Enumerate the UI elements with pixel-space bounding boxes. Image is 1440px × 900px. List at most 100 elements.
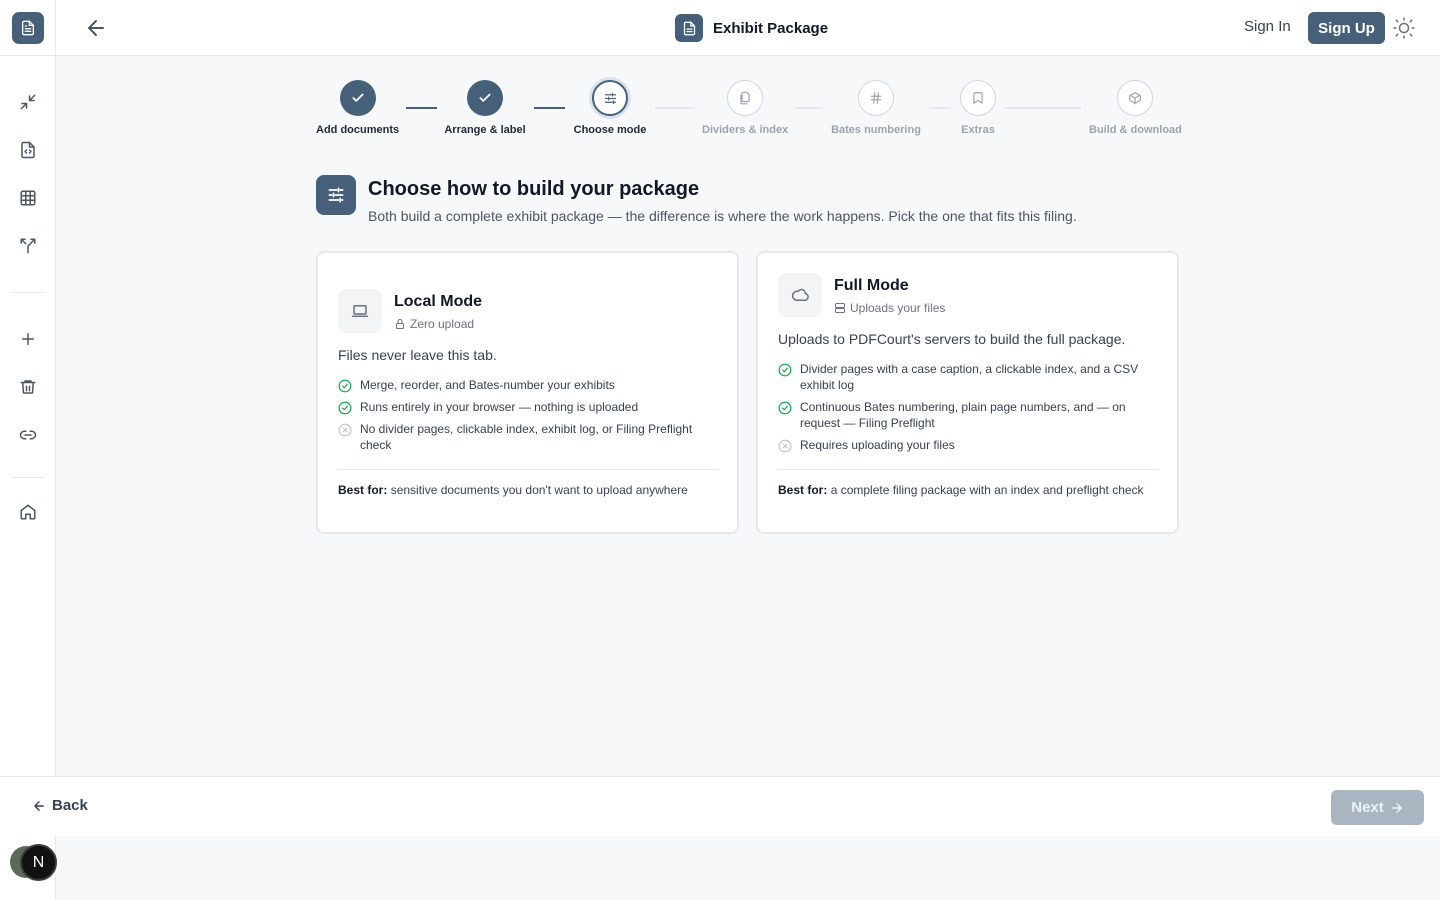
card-tag: Uploads your files	[834, 301, 945, 315]
files-icon	[740, 91, 750, 105]
sidebar-item-home[interactable]	[12, 496, 44, 528]
feature-item: No divider pages, clickable index, exhib…	[338, 421, 718, 453]
step-dividers-index[interactable]: Dividers & index	[702, 80, 788, 136]
section-title: Choose how to build your package	[368, 178, 700, 200]
feature-text: Requires uploading your files	[800, 438, 955, 452]
card-tag-label: Zero upload	[410, 317, 475, 331]
step-connector	[534, 107, 565, 109]
sidebar-item-compress[interactable]	[12, 86, 44, 118]
card-tag-label: Uploads your files	[850, 301, 946, 315]
home-icon	[20, 504, 36, 520]
step-indicator	[858, 80, 894, 116]
sidebar-item-code-file[interactable]	[12, 134, 44, 166]
step-connector	[929, 107, 951, 109]
lock-icon	[396, 319, 404, 329]
step-build-download[interactable]: Build & download	[1089, 80, 1182, 136]
document-title-group: Exhibit Package	[675, 14, 828, 42]
back-arrow-icon[interactable]	[84, 16, 108, 40]
avatar[interactable]: N	[20, 844, 57, 881]
best-for-text: sensitive documents you don't want to up…	[390, 483, 688, 497]
card-icon-box	[338, 289, 382, 333]
step-connector	[406, 107, 437, 109]
sidebar-divider	[12, 477, 44, 478]
card-divider	[778, 469, 1158, 470]
document-badge	[675, 14, 703, 42]
back-button[interactable]: Back	[32, 797, 88, 814]
step-label: Arrange & label	[444, 124, 526, 136]
table-icon	[20, 190, 36, 206]
step-connector	[1005, 107, 1081, 109]
step-label: Bates numbering	[831, 124, 921, 136]
arrow-right-icon	[1391, 802, 1402, 813]
feature-item: Requires uploading your files	[778, 437, 1158, 453]
plus-icon	[22, 333, 34, 345]
check-circle-icon	[778, 401, 792, 415]
sidebar-divider	[12, 292, 44, 293]
sidebar	[0, 0, 56, 900]
best-for-label: Best for:	[778, 483, 828, 497]
feature-item: Divider pages with a case caption, a cli…	[778, 361, 1158, 393]
local-mode-card[interactable]: Local Mode Zero upload Files never leave…	[316, 251, 739, 534]
step-extras[interactable]: Extras	[958, 80, 998, 136]
laptop-icon	[351, 305, 369, 317]
x-circle-icon	[338, 423, 352, 437]
user-avatar-group[interactable]: N	[10, 844, 58, 882]
hash-icon	[870, 92, 882, 104]
step-label: Dividers & index	[702, 124, 789, 136]
package-icon	[1128, 92, 1141, 105]
file-code-icon	[21, 141, 35, 159]
full-mode-card[interactable]: Full Mode Uploads your files Uploads to …	[756, 251, 1179, 534]
app-logo[interactable]	[12, 12, 44, 44]
step-add-documents[interactable]: Add documents	[316, 80, 399, 136]
step-label: Add documents	[316, 124, 400, 136]
card-title: Full Mode	[834, 277, 909, 294]
feature-text: No divider pages, clickable index, exhib…	[360, 422, 693, 452]
bookmark-icon	[973, 92, 983, 104]
check-circle-icon	[338, 379, 352, 393]
x-circle-icon	[778, 439, 792, 453]
server-icon	[835, 303, 845, 313]
feature-text: Divider pages with a case caption, a cli…	[800, 362, 1139, 392]
feature-text: Runs entirely in your browser — nothing …	[360, 400, 639, 414]
back-button-label: Back	[52, 797, 88, 814]
check-circle-icon	[338, 401, 352, 415]
card-title: Local Mode	[394, 293, 483, 310]
section-icon	[316, 175, 356, 215]
next-button[interactable]: Next	[1331, 790, 1424, 825]
step-bates-numbering[interactable]: Bates numbering	[831, 80, 921, 136]
step-indicator	[1116, 80, 1153, 116]
best-for: Best for: sensitive documents you don't …	[338, 482, 718, 498]
sidebar-item-split[interactable]	[12, 230, 44, 262]
step-choose-mode[interactable]: Choose mode	[573, 80, 647, 136]
check-icon	[351, 93, 364, 102]
sliders-icon	[604, 92, 616, 104]
feature-item: Merge, reorder, and Bates-number your ex…	[338, 377, 718, 393]
sidebar-header-divider	[0, 55, 56, 56]
step-arrange-label[interactable]: Arrange & label	[444, 80, 526, 136]
sidebar-item-delete[interactable]	[12, 371, 44, 403]
step-label: Build & download	[1089, 124, 1182, 136]
best-for-label: Best for:	[338, 483, 388, 497]
wizard-footer: Back Next	[0, 776, 1440, 836]
next-button-label: Next	[1351, 799, 1384, 816]
feature-item: Runs entirely in your browser — nothing …	[338, 399, 718, 415]
check-icon	[479, 93, 491, 102]
sidebar-item-link[interactable]	[12, 419, 44, 451]
sun-icon[interactable]	[1392, 16, 1416, 40]
check-circle-icon	[778, 363, 792, 377]
document-icon	[683, 21, 695, 35]
best-for: Best for: a complete filing package with…	[778, 482, 1158, 498]
sign-in-link[interactable]: Sign In	[1244, 18, 1291, 35]
card-description: Uploads to PDFCourt's servers to build t…	[778, 331, 1126, 347]
top-header: Exhibit Package Sign In Sign Up	[56, 0, 1440, 56]
document-icon	[22, 20, 34, 36]
sidebar-item-add[interactable]	[12, 323, 44, 355]
step-indicator	[727, 80, 763, 116]
feature-text: Continuous Bates numbering, plain page n…	[800, 400, 1126, 430]
arrow-left-icon	[34, 800, 44, 811]
cloud-icon	[791, 288, 809, 302]
best-for-text: a complete filing package with an index …	[830, 483, 1144, 497]
sidebar-item-table[interactable]	[12, 182, 44, 214]
feature-item: Continuous Bates numbering, plain page n…	[778, 399, 1158, 431]
sign-up-button[interactable]: Sign Up	[1308, 12, 1385, 44]
